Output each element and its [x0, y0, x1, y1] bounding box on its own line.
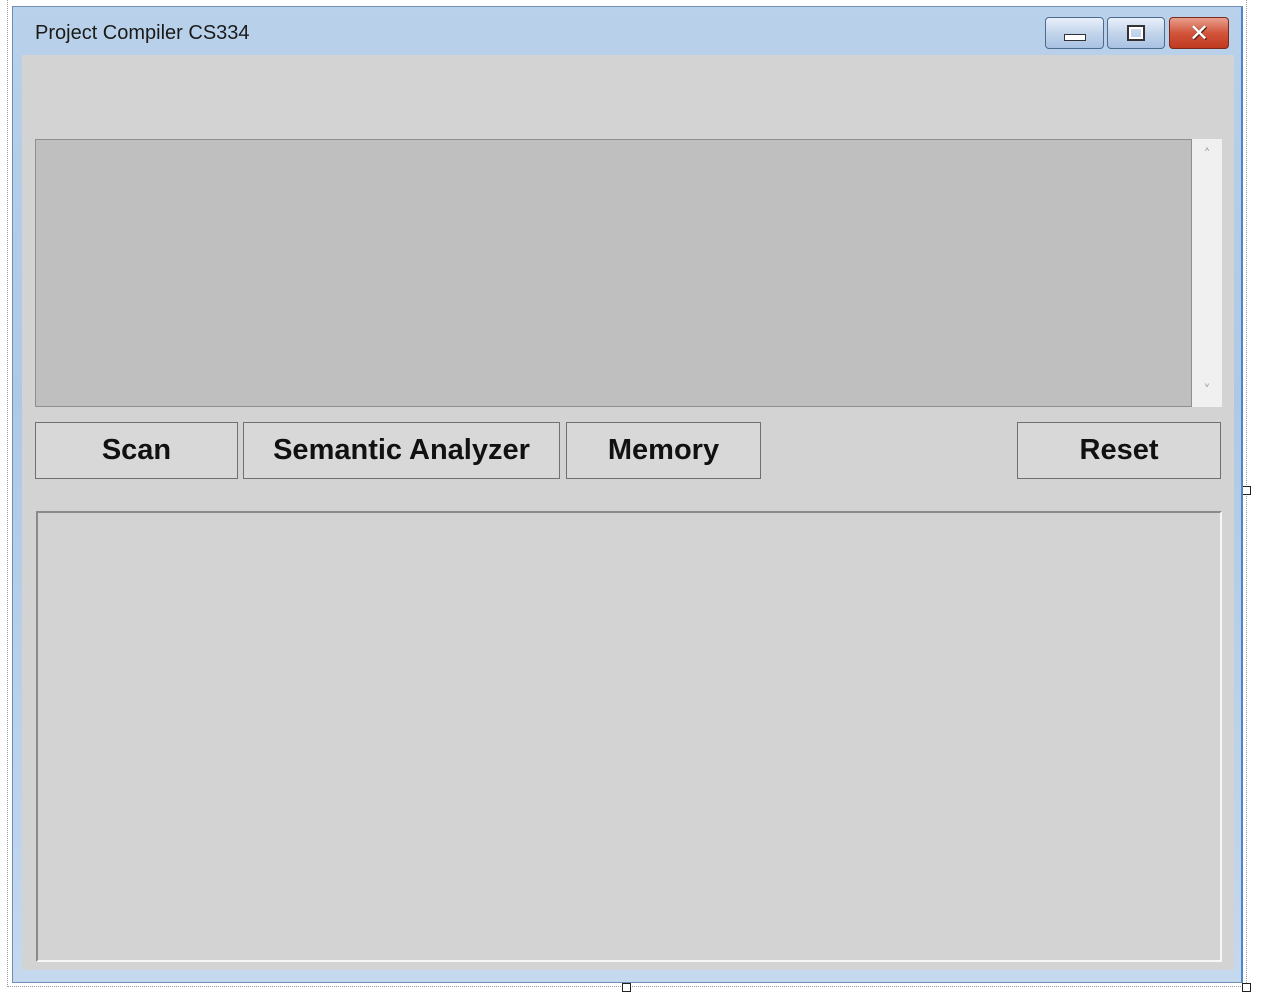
resize-handle-bottom[interactable] [622, 983, 631, 992]
maximize-button[interactable] [1107, 17, 1165, 49]
resize-handle-right[interactable] [1242, 486, 1251, 495]
semantic-analyzer-button[interactable]: Semantic Analyzer [243, 422, 560, 479]
vertical-scrollbar[interactable]: ˄ ˅ [1192, 139, 1222, 407]
form-window: Project Compiler CS334 ✕ ˄ ˅ Scan Semant… [12, 6, 1243, 983]
close-button[interactable]: ✕ [1169, 17, 1229, 49]
maximize-icon [1127, 25, 1145, 41]
output-panel [36, 511, 1222, 962]
window-title: Project Compiler CS334 [35, 22, 250, 44]
title-bar[interactable]: Project Compiler CS334 ✕ [13, 7, 1241, 55]
resize-handle-corner[interactable] [1242, 983, 1251, 992]
close-icon: ✕ [1188, 19, 1210, 47]
minimize-icon [1063, 33, 1086, 41]
scroll-up-icon[interactable]: ˄ [1192, 141, 1222, 169]
client-area: ˄ ˅ Scan Semantic Analyzer Memory Reset [22, 55, 1234, 970]
scroll-down-icon[interactable]: ˅ [1192, 377, 1222, 405]
reset-button[interactable]: Reset [1017, 422, 1221, 479]
source-code-textbox[interactable] [35, 139, 1192, 407]
scan-button[interactable]: Scan [35, 422, 238, 479]
minimize-button[interactable] [1045, 17, 1104, 49]
memory-button[interactable]: Memory [566, 422, 761, 479]
